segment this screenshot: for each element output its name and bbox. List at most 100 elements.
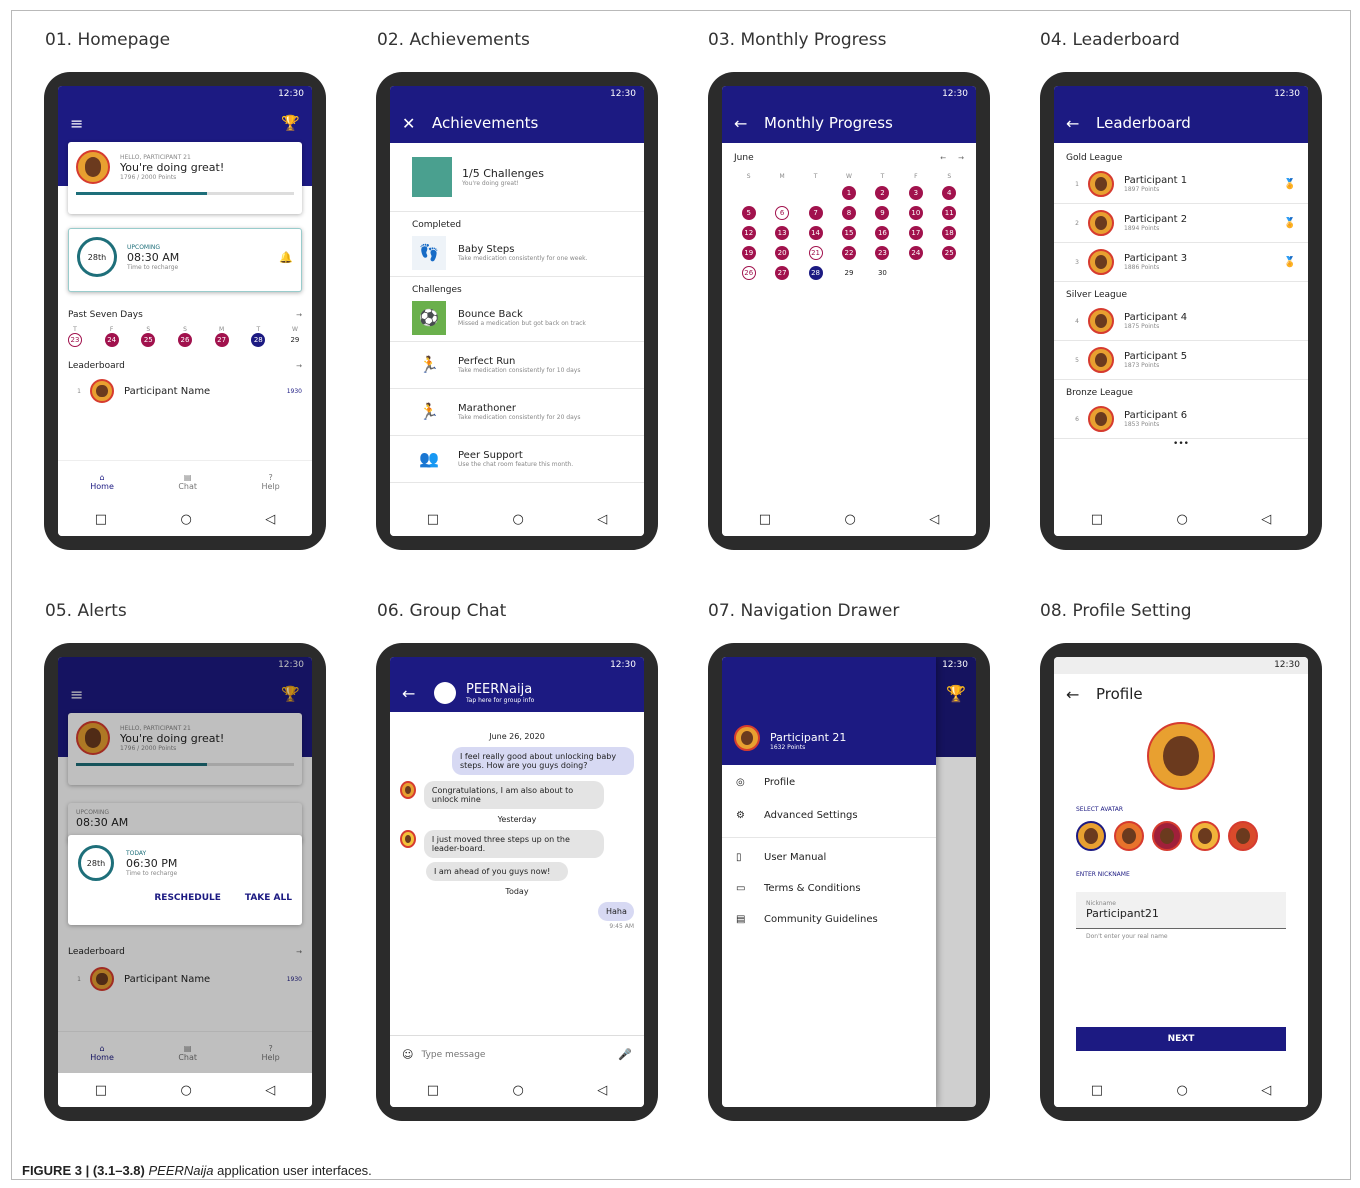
calendar-day[interactable]: 22 [841, 246, 856, 260]
take-all-button[interactable]: TAKE ALL [245, 893, 292, 903]
close-icon[interactable]: ✕ [402, 114, 424, 133]
reschedule-button[interactable]: RESCHEDULE [154, 893, 221, 903]
calendar-day[interactable]: 4 [942, 186, 957, 200]
achievement-item[interactable]: 👣 Baby Steps Take medication consistently … [390, 230, 644, 277]
achievement-item[interactable]: 👥 Peer Support Use the chat room feature t… [390, 436, 644, 483]
leaderboard-row[interactable]: 2 Participant 2 1894 Points 🏅 [1054, 204, 1308, 243]
calendar-day[interactable]: 2 [875, 186, 890, 200]
drawer-item-community-guidelines[interactable]: ▤ Community Guidelines [722, 904, 936, 935]
back-icon[interactable]: ◁ [929, 512, 939, 527]
back-icon[interactable]: ◁ [1261, 1083, 1271, 1098]
home-button-icon[interactable]: ○ [844, 512, 855, 527]
calendar-day[interactable]: 10 [908, 206, 923, 220]
avatar-option[interactable] [1190, 821, 1220, 851]
calendar-day[interactable]: 13 [775, 226, 790, 240]
back-arrow-icon[interactable]: ← [734, 114, 756, 133]
more-icon[interactable]: ••• [1054, 439, 1308, 449]
back-arrow-icon[interactable]: ← [1066, 685, 1088, 704]
home-button-icon[interactable]: ○ [512, 1083, 523, 1098]
calendar-day[interactable]: 3 [908, 186, 923, 200]
leaderboard-row[interactable]: 5 Participant 5 1873 Points [1054, 341, 1308, 380]
message-input[interactable] [421, 1049, 619, 1060]
home-button-icon[interactable]: ○ [180, 512, 191, 527]
calendar-day[interactable]: 16 [875, 226, 890, 240]
calendar-day[interactable]: 5 [741, 206, 756, 220]
back-arrow-icon[interactable]: ← [402, 684, 424, 703]
bell-icon[interactable]: 🔔 [279, 251, 293, 264]
calendar-day[interactable]: 20 [775, 246, 790, 260]
calendar-day[interactable]: 25 [942, 246, 957, 260]
calendar-day[interactable]: 12 [741, 226, 756, 240]
calendar-day[interactable]: 21 [808, 246, 823, 260]
recents-icon[interactable]: □ [1091, 1083, 1103, 1098]
leaderboard-row[interactable]: 6 Participant 6 1853 Points [1054, 400, 1308, 439]
emoji-icon[interactable]: ☺ [402, 1048, 413, 1061]
recents-icon[interactable]: □ [759, 512, 771, 527]
nav-help[interactable]: ? Help [262, 473, 280, 491]
mic-icon[interactable]: 🎤 [618, 1048, 632, 1061]
calendar-day[interactable]: 27 [775, 266, 790, 280]
recents-icon[interactable]: □ [95, 512, 107, 527]
trophy-icon[interactable]: 🏆 [281, 114, 300, 132]
calendar-day[interactable] [742, 186, 756, 200]
drawer-item-user-manual[interactable]: ▯ User Manual [722, 838, 936, 873]
calendar-day[interactable]: 15 [841, 226, 856, 240]
next-month-icon[interactable]: → [958, 154, 964, 162]
arrow-right-icon[interactable]: → [296, 311, 302, 319]
back-arrow-icon[interactable]: ← [1066, 114, 1088, 133]
avatar-option[interactable] [1152, 821, 1182, 851]
calendar-day[interactable]: 30 [875, 266, 890, 280]
calendar-day[interactable]: 14 [808, 226, 823, 240]
calendar-day[interactable]: 6 [775, 206, 790, 220]
calendar-day[interactable]: 28 [808, 266, 823, 280]
leaderboard-row[interactable]: 4 Participant 4 1875 Points [1054, 302, 1308, 341]
calendar-day[interactable]: 29 [841, 266, 856, 280]
calendar-day[interactable]: 8 [841, 206, 856, 220]
drawer-item-terms[interactable]: ▭ Terms & Conditions [722, 873, 936, 904]
drawer-item-profile[interactable]: ◎ Profile [722, 765, 936, 800]
avatar-option[interactable] [1228, 821, 1258, 851]
calendar-day[interactable]: 26 [741, 266, 756, 280]
leaderboard-row[interactable]: 3 Participant 3 1886 Points 🏅 [1054, 243, 1308, 282]
calendar-day[interactable]: 17 [908, 226, 923, 240]
calendar-day[interactable]: 24 [908, 246, 923, 260]
home-button-icon[interactable]: ○ [1176, 512, 1187, 527]
drawer-item-advanced-settings[interactable]: ⚙ Advanced Settings [722, 800, 936, 838]
back-icon[interactable]: ◁ [597, 512, 607, 527]
back-icon[interactable]: ◁ [597, 1083, 607, 1098]
recents-icon[interactable]: □ [427, 1083, 439, 1098]
avatar-option-selected[interactable] [1076, 821, 1106, 851]
leaderboard-row[interactable]: 1 Participant 1 1897 Points 🏅 [1054, 165, 1308, 204]
recents-icon[interactable]: □ [1091, 512, 1103, 527]
back-icon[interactable]: ◁ [1261, 512, 1271, 527]
calendar-day[interactable]: 11 [942, 206, 957, 220]
achievement-item[interactable]: 🏃 Marathoner Take medication consistently … [390, 389, 644, 436]
achievement-item[interactable]: 🏃 Perfect Run Take medication consistently… [390, 342, 644, 389]
prev-month-icon[interactable]: ← [940, 154, 946, 162]
upcoming-card[interactable]: 28th UPCOMING 08:30 AM Time to recharge … [68, 228, 302, 292]
home-button-icon[interactable]: ○ [512, 512, 523, 527]
recents-icon[interactable]: □ [427, 512, 439, 527]
back-icon[interactable]: ◁ [265, 1083, 275, 1098]
nav-chat[interactable]: ▤ Chat [178, 473, 197, 491]
calendar-day[interactable]: 1 [841, 186, 856, 200]
recents-icon[interactable]: □ [95, 1083, 107, 1098]
calendar-day[interactable] [775, 186, 789, 200]
nav-home[interactable]: ⌂ Home [90, 473, 114, 491]
calendar-day[interactable]: 9 [875, 206, 890, 220]
home-button-icon[interactable]: ○ [180, 1083, 191, 1098]
calendar-day[interactable]: 18 [942, 226, 957, 240]
avatar-option[interactable] [1114, 821, 1144, 851]
menu-icon[interactable]: ≡ [70, 114, 92, 133]
arrow-right-icon[interactable]: → [296, 362, 302, 370]
calendar-day[interactable]: 19 [741, 246, 756, 260]
next-button[interactable]: NEXT [1076, 1027, 1286, 1051]
calendar-day[interactable]: 7 [808, 206, 823, 220]
group-header[interactable]: PEERNaija Tap here for group info [466, 682, 534, 704]
back-icon[interactable]: ◁ [265, 512, 275, 527]
calendar-day[interactable]: 23 [875, 246, 890, 260]
calendar-day[interactable] [809, 186, 823, 200]
nickname-field[interactable]: Nickname Participant21 [1076, 892, 1286, 929]
home-button-icon[interactable]: ○ [1176, 1083, 1187, 1098]
achievement-item[interactable]: ⚽ Bounce Back Missed a medication but got … [390, 295, 644, 342]
